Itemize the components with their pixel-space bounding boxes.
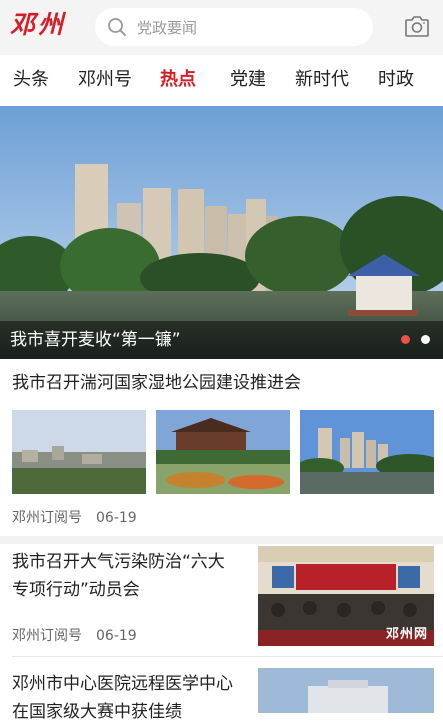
camera-icon[interactable] [404, 14, 430, 38]
tab-new-era[interactable]: 新时代 [295, 68, 349, 92]
tab-hot[interactable]: 热点 [160, 68, 196, 92]
article-source: 邓州订阅号 [12, 510, 82, 526]
article-thumb[interactable] [300, 410, 434, 494]
tab-dengzhouhao[interactable]: 邓州号 [78, 68, 132, 92]
list-divider [12, 656, 443, 657]
search-input[interactable] [135, 14, 359, 42]
thumb-watermark: 邓州网 [385, 627, 428, 642]
article-meta: 邓州订阅号 06-19 [12, 626, 151, 646]
article-title-line[interactable]: 在国家级大赛中获佳绩 [12, 698, 182, 726]
article-title-line[interactable]: 邓州市中心医院远程医学中心 [12, 670, 233, 698]
app-logo: 邓州 [10, 10, 67, 39]
banner-caption[interactable]: 我市喜开麦收“第一镰” [10, 327, 181, 353]
article-thumb[interactable] [156, 410, 290, 494]
channel-tabs: 头条 邓州号 热点 党建 新时代 时政 [0, 56, 443, 106]
carousel-dot-active[interactable] [401, 335, 410, 344]
article-date: 06-19 [96, 628, 137, 644]
article-title-line[interactable]: 专项行动”动员会 [12, 576, 140, 604]
article-thumb[interactable] [258, 668, 434, 713]
article-source: 邓州订阅号 [12, 628, 82, 644]
article-thumb[interactable] [12, 410, 146, 494]
banner-caption-bar: 我市喜开麦收“第一镰” [0, 321, 443, 359]
article-meta: 邓州订阅号 06-19 [12, 508, 151, 528]
tab-party[interactable]: 党建 [230, 68, 266, 92]
banner-carousel[interactable]: 我市喜开麦收“第一镰” [0, 106, 443, 359]
search-box[interactable] [95, 8, 373, 46]
app-header: 邓州 [0, 0, 443, 55]
tab-politics[interactable]: 时政 [378, 68, 414, 92]
article-title-line[interactable]: 我市召开大气污染防治“六大 [12, 548, 225, 576]
article-date: 06-19 [96, 510, 137, 526]
carousel-dot[interactable] [421, 335, 430, 344]
search-icon[interactable] [107, 17, 127, 37]
tab-toutiao[interactable]: 头条 [13, 68, 49, 92]
article-thumb[interactable]: 邓州网 [258, 546, 434, 646]
section-divider [0, 536, 443, 544]
article-title[interactable]: 我市召开湍河国家湿地公园建设推进会 [12, 369, 301, 397]
